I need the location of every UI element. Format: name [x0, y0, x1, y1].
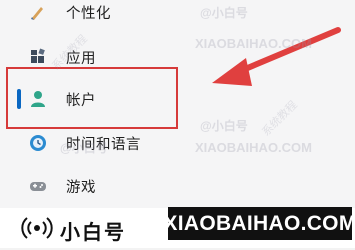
watermark-text: XIAOBAIHAO.COM	[195, 36, 312, 51]
watermark-handle: @小白号	[60, 141, 108, 155]
watermark-handle: @小白号	[200, 119, 248, 133]
broadcast-icon	[20, 216, 54, 244]
watermark-text: XIAOBAIHAO.COM	[195, 140, 312, 155]
brand-domain: XIAOBAIHAO.COM	[163, 207, 355, 240]
brand-name: 小白号	[60, 220, 126, 244]
watermark-handle: @小白号	[200, 6, 248, 20]
